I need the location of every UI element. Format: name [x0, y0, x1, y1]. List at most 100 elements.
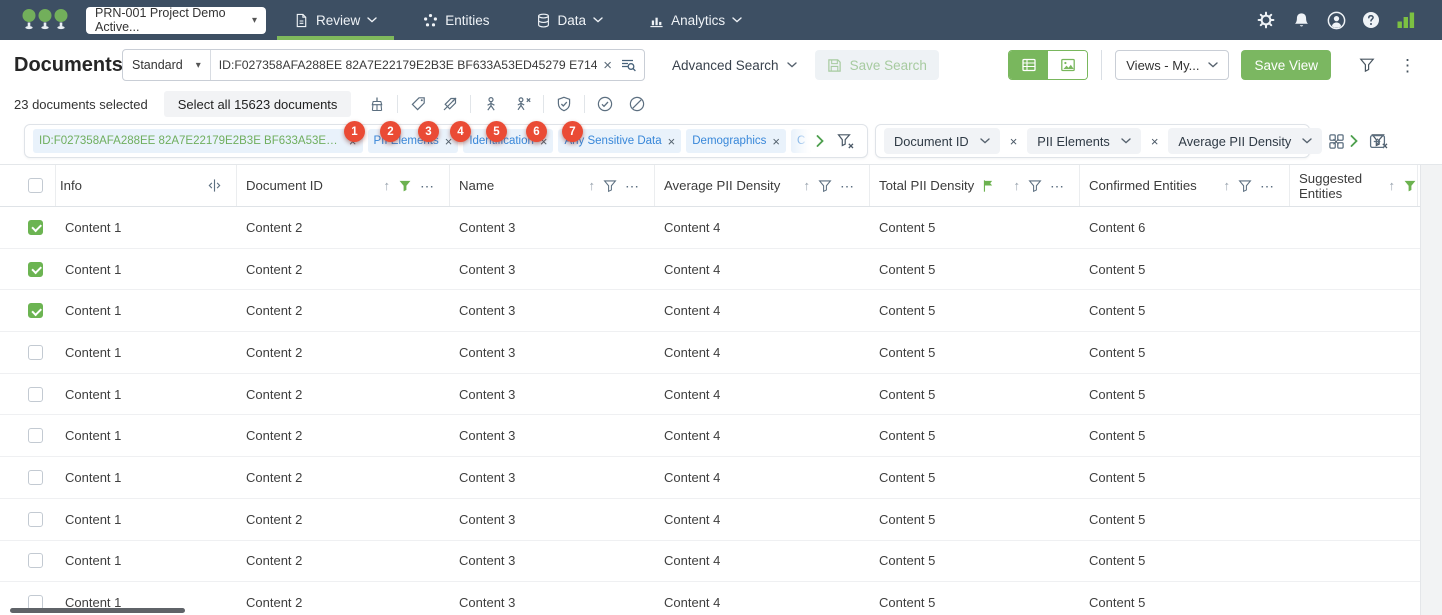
sort-asc-icon[interactable]: ↑ [384, 178, 391, 193]
bar-chart-icon [649, 13, 664, 28]
filter-pill-document-id[interactable]: Document ID [884, 128, 1000, 154]
select-all-button[interactable]: Select all 15623 documents [164, 91, 352, 117]
filter-funnel-icon[interactable] [818, 179, 832, 193]
cell-info: Content 1 [56, 345, 237, 360]
app-logo[interactable] [22, 8, 68, 32]
cell-name: Content 3 [450, 303, 655, 318]
sort-asc-icon[interactable]: ↑ [1224, 178, 1231, 193]
column-menu-icon[interactable]: ⋯ [1050, 179, 1065, 193]
cell-info: Content 1 [56, 428, 237, 443]
approve-icon[interactable] [589, 92, 621, 116]
card-view-icon[interactable] [1048, 51, 1087, 79]
bulk-actions [361, 92, 653, 116]
usage-bars-icon[interactable] [1396, 10, 1416, 30]
tab-analytics[interactable]: Analytics [649, 0, 742, 40]
row-checkbox[interactable] [28, 512, 43, 527]
search-clear-icon[interactable]: × [597, 57, 618, 74]
annotation-badge-4: 4 [450, 121, 471, 142]
cell-total-pii-density: Content 5 [870, 220, 1080, 235]
row-checkbox[interactable] [28, 303, 43, 318]
row-checkbox[interactable] [28, 428, 43, 443]
filter-funnel-icon[interactable] [1028, 179, 1042, 193]
row-checkbox[interactable] [28, 470, 43, 485]
cell-average-pii-density: Content 4 [655, 220, 870, 235]
column-label: Total PII Density [879, 178, 974, 193]
tab-data[interactable]: Data [536, 0, 604, 40]
sort-asc-icon[interactable]: ↑ [1014, 178, 1021, 193]
caret-down-icon: ▾ [196, 60, 201, 71]
close-icon[interactable]: × [1151, 134, 1159, 149]
remove-tag-icon[interactable] [434, 92, 466, 116]
search-list-icon[interactable] [620, 56, 636, 74]
pin-column-icon[interactable] [207, 178, 222, 193]
panel-expand-icon[interactable] [1369, 133, 1386, 150]
cell-info: Content 1 [56, 303, 237, 318]
project-selector[interactable]: PRN-001 Project Demo Active... ▾ [86, 7, 266, 34]
close-icon[interactable]: × [772, 135, 780, 148]
save-search-button[interactable]: Save Search [815, 50, 939, 80]
filter-chip-id[interactable]: ID:F027358AFA288EE 82A7E22179E2B3E BF633… [33, 129, 363, 153]
grid-icon[interactable] [1328, 133, 1345, 150]
advanced-search-button[interactable]: Advanced Search [672, 58, 797, 73]
sort-asc-icon[interactable]: ↑ [804, 178, 811, 193]
cell-info: Content 1 [56, 262, 237, 277]
filter-funnel-icon[interactable] [603, 179, 617, 193]
select-all-checkbox[interactable] [28, 178, 43, 193]
active-filter-funnel-icon[interactable] [398, 179, 412, 193]
row-checkbox[interactable] [28, 345, 43, 360]
sweep-icon[interactable] [361, 92, 393, 116]
filter-chip-demographics[interactable]: Demographics × [686, 129, 786, 153]
tab-entities[interactable]: Entities [423, 0, 489, 40]
column-label: Suggested Entities [1299, 171, 1389, 201]
help-icon[interactable] [1361, 10, 1381, 30]
settings-icon[interactable] [1256, 10, 1276, 30]
cell-total-pii-density: Content 5 [870, 553, 1080, 568]
table-view-icon[interactable] [1009, 51, 1048, 79]
chevron-right-icon[interactable] [816, 135, 824, 147]
column-menu-icon[interactable]: ⋯ [625, 179, 640, 193]
row-checkbox[interactable] [28, 553, 43, 568]
row-checkbox[interactable] [28, 262, 43, 277]
table-row: Content 1 Content 2 Content 3 Content 4 … [0, 499, 1442, 541]
documents-toolbar: Documents Standard ▾ ID:F027358AFA288EE … [0, 40, 1442, 90]
green-flag-icon [982, 178, 996, 194]
sort-asc-icon[interactable]: ↑ [589, 178, 596, 193]
account-icon[interactable] [1326, 10, 1346, 30]
close-icon[interactable]: × [1010, 134, 1018, 149]
cell-info: Content 1 [56, 512, 237, 527]
save-view-button[interactable]: Save View [1241, 50, 1331, 80]
filter-pill-pii-elements[interactable]: PII Elements [1027, 128, 1141, 154]
cell-name: Content 3 [450, 262, 655, 277]
horizontal-scrollbar-thumb[interactable] [10, 608, 185, 613]
tab-review[interactable]: Review [294, 0, 377, 40]
kebab-menu-icon[interactable]: ⋮ [1399, 57, 1416, 74]
search-input[interactable]: ID:F027358AFA288EE 82A7E22179E2B3E BF633… [211, 58, 597, 72]
row-checkbox[interactable] [28, 220, 43, 235]
notifications-icon[interactable] [1291, 10, 1311, 30]
filter-funnel-icon[interactable] [1238, 179, 1252, 193]
search-scope-dropdown[interactable]: Standard ▾ [123, 50, 211, 80]
tab-review-label: Review [316, 13, 360, 28]
table-row: Content 1 Content 2 Content 3 Content 4 … [0, 207, 1442, 249]
filter-pill-average-pii-density[interactable]: Average PII Density [1168, 128, 1322, 154]
column-menu-icon[interactable]: ⋯ [420, 179, 435, 193]
column-menu-icon[interactable]: ⋯ [840, 179, 855, 193]
funnel-x-icon[interactable] [837, 133, 855, 150]
funnel-icon[interactable] [1359, 56, 1375, 74]
views-select[interactable]: Views - My... [1115, 50, 1229, 80]
project-selector-value: PRN-001 Project Demo Active... [95, 6, 242, 34]
column-header-total-pii-density: Total PII Density ↑ ⋯ [870, 165, 1080, 206]
sort-asc-icon[interactable]: ↑ [1389, 178, 1396, 193]
tag-icon[interactable] [402, 92, 434, 116]
assign-user-icon[interactable] [475, 92, 507, 116]
shield-check-icon[interactable] [548, 92, 580, 116]
filter-chip-truncated[interactable]: C [791, 129, 811, 153]
cell-total-pii-density: Content 5 [870, 387, 1080, 402]
reject-icon[interactable] [621, 92, 653, 116]
active-filter-funnel-icon[interactable] [1403, 179, 1417, 193]
chevron-down-icon [1121, 138, 1131, 144]
row-checkbox[interactable] [28, 387, 43, 402]
close-icon[interactable]: × [668, 135, 676, 148]
unassign-user-icon[interactable] [507, 92, 539, 116]
column-menu-icon[interactable]: ⋯ [1260, 179, 1275, 193]
